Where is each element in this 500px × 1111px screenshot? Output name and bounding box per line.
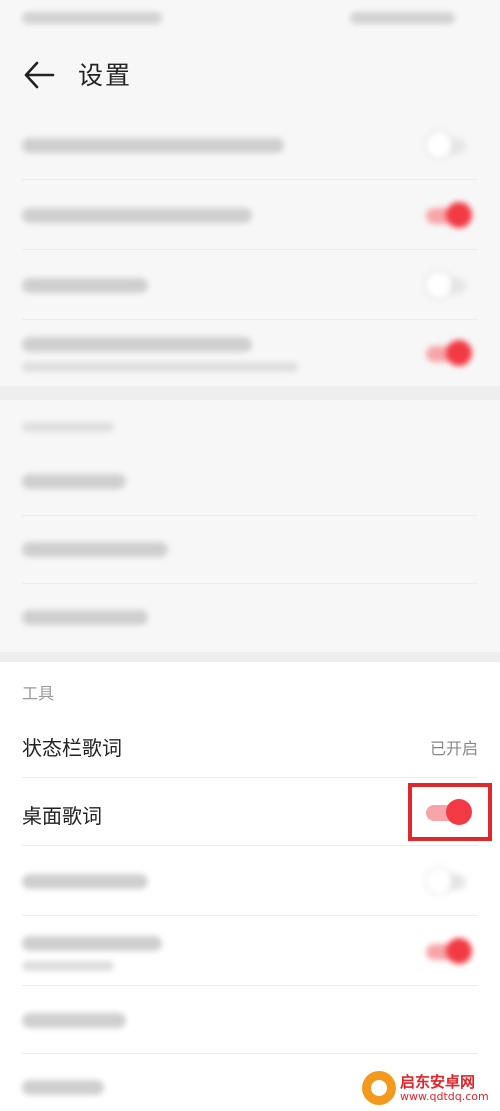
bottom-row-3-label	[22, 1013, 126, 1028]
watermark-logo-icon	[362, 1071, 396, 1105]
settings-row-4-label	[22, 337, 252, 352]
desktop-lyrics-label: 桌面歌词	[22, 804, 102, 828]
account-row-2[interactable]	[0, 516, 500, 584]
settings-row-4-toggle[interactable]	[426, 340, 472, 366]
watermark-title: 启东安卓网	[400, 1073, 476, 1091]
settings-row-1-toggle[interactable]	[426, 132, 472, 158]
account-row-1[interactable]	[0, 448, 500, 516]
bottom-row-3[interactable]	[0, 986, 500, 1054]
section-gap	[0, 386, 500, 400]
status-bar-lyrics-label: 状态栏歌词	[22, 736, 122, 760]
settings-row-3[interactable]	[0, 250, 500, 320]
account-section-header	[0, 400, 500, 448]
status-bar-lyrics-value: 已开启	[429, 739, 478, 758]
bottom-row-2-toggle[interactable]	[426, 938, 472, 964]
settings-row-3-toggle[interactable]	[426, 272, 472, 298]
bottom-row-2-subtitle	[22, 961, 114, 971]
settings-page: 设置 工具 状态栏歌词 已开启 桌面歌词 启东安卓网 www.qdtdq.com	[0, 0, 500, 1111]
account-row-2-label	[22, 542, 168, 557]
back-arrow-icon[interactable]	[22, 58, 56, 92]
bottom-row-2-label	[22, 936, 162, 951]
account-section-label	[22, 422, 114, 432]
status-bar-lyrics-row[interactable]: 状态栏歌词 已开启	[0, 710, 500, 778]
settings-row-4-subtitle	[22, 362, 298, 372]
status-bar-carrier	[22, 12, 162, 24]
account-row-3-label	[22, 610, 148, 625]
settings-row-2-toggle[interactable]	[426, 202, 472, 228]
app-header: 设置	[0, 40, 500, 110]
page-title: 设置	[78, 61, 133, 90]
watermark-url: www.qdtdq.com	[400, 1090, 489, 1103]
bottom-row-1-label	[22, 874, 148, 889]
status-bar	[0, 0, 500, 40]
settings-row-1-label	[22, 138, 284, 153]
bottom-row-2[interactable]	[0, 916, 500, 986]
settings-row-1[interactable]	[0, 110, 500, 180]
settings-row-4[interactable]	[0, 320, 500, 386]
bottom-row-1[interactable]	[0, 846, 500, 916]
bottom-row-4-label	[22, 1080, 104, 1095]
status-bar-indicators	[350, 12, 455, 24]
settings-row-2[interactable]	[0, 180, 500, 250]
tools-section-label: 工具	[22, 684, 55, 703]
section-gap	[0, 652, 500, 662]
watermark: 启东安卓网 www.qdtdq.com	[362, 1071, 492, 1105]
bottom-row-1-toggle[interactable]	[426, 868, 472, 894]
tools-section-header: 工具	[0, 662, 500, 710]
settings-row-2-label	[22, 208, 252, 223]
settings-row-3-label	[22, 278, 148, 293]
highlight-box	[408, 783, 492, 841]
account-row-3[interactable]	[0, 584, 500, 652]
account-row-1-label	[22, 474, 126, 489]
